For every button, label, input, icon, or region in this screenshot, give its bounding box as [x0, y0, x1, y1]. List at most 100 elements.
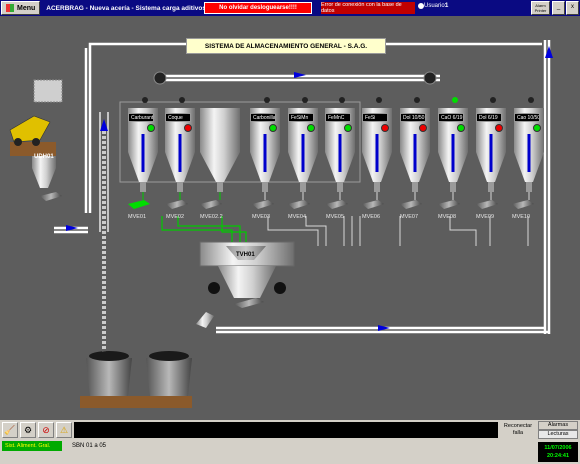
- feed-led-icon: [528, 97, 534, 103]
- level-indicator: [375, 134, 379, 172]
- truck-hopper-label: UDH01: [34, 154, 54, 160]
- feed-led-icon: [339, 97, 345, 103]
- status-led-icon: [147, 124, 155, 132]
- valve-label: MVE04: [288, 214, 307, 220]
- valve-3[interactable]: [200, 200, 222, 209]
- valve-label: MVE03: [252, 214, 271, 220]
- message-bar: [74, 422, 498, 438]
- discharge-lines: [267, 216, 529, 246]
- reconnect-button[interactable]: Reconectar falla: [500, 421, 536, 439]
- valve-label: MVE08: [438, 214, 457, 220]
- scrap-bin-2: [146, 351, 192, 396]
- silo-label: FeSiMn: [288, 113, 314, 122]
- clock-date: 11/07/2006: [544, 445, 572, 451]
- status-led-icon: [419, 124, 427, 132]
- menu-label: Menu: [17, 4, 36, 12]
- dump-truck-icon: [9, 115, 51, 143]
- status-led-icon: [457, 124, 465, 132]
- valve-9[interactable]: [438, 200, 460, 209]
- status-led-icon: [307, 124, 315, 132]
- logout-reminder-alert: No olvidar desloguearse!!!!: [204, 2, 312, 14]
- valve-6[interactable]: [326, 200, 348, 209]
- silo-label: Dol 10/50: [400, 113, 426, 122]
- level-indicator: [451, 134, 455, 172]
- silo-label: CaO 6/19: [438, 113, 464, 122]
- level-indicator: [141, 134, 145, 172]
- windows-logo-icon: [6, 4, 14, 12]
- clock-display: 11/07/2006 20:24:41: [538, 442, 578, 462]
- valve-label: MVE06: [362, 214, 381, 220]
- gear-icon[interactable]: ⚙: [20, 422, 36, 438]
- arrow-up-icon: [100, 119, 108, 131]
- silo-label: FeSi: [362, 113, 388, 122]
- valve-8[interactable]: [400, 200, 422, 209]
- feed-led-icon: [452, 97, 458, 103]
- feed-led-icon: [302, 97, 308, 103]
- status-led-icon: [184, 124, 192, 132]
- feed-led-icon: [179, 97, 185, 103]
- silo-label: FeMnC: [325, 113, 351, 122]
- sbn-range-label: SBN 01 a 05: [72, 443, 107, 449]
- alarm-printer-button[interactable]: Alarm Printer: [531, 1, 550, 15]
- level-indicator: [338, 134, 342, 172]
- status-led-icon: [269, 124, 277, 132]
- warning-icon[interactable]: ⚠: [56, 422, 72, 438]
- menu-button[interactable]: Menu: [1, 1, 41, 15]
- status-led-icon: [533, 124, 541, 132]
- plant-mimic: SISTEMA DE ALMACENAMIENTO GENERAL - S.A.…: [0, 16, 580, 420]
- valve-1[interactable]: [128, 200, 150, 209]
- toolbar-icons: 🧹 ⚙ ⊘ ⚠: [2, 422, 72, 438]
- user-value: 1: [445, 3, 449, 9]
- silo-label: Dol 6/19: [476, 113, 502, 122]
- valve-5[interactable]: [288, 200, 310, 209]
- valve-label: MVE02.2: [200, 214, 223, 220]
- valve-7[interactable]: [362, 200, 384, 209]
- scada-window: Menu ACERBRAG - Nueva acería - Sistema c…: [0, 0, 580, 464]
- level-indicator: [413, 134, 417, 172]
- valve-10[interactable]: [476, 200, 498, 209]
- feed-led-icon: [490, 97, 496, 103]
- scrap-bin-1: [86, 351, 132, 396]
- no-entry-icon[interactable]: ⊘: [38, 422, 54, 438]
- flow-arrows: [66, 39, 553, 331]
- silo-label: Coque: [165, 113, 191, 122]
- valve-label: MVE09: [476, 214, 495, 220]
- pulley-left: [153, 71, 167, 85]
- valve-label: MVE05: [326, 214, 345, 220]
- valve-4[interactable]: [252, 200, 274, 209]
- level-indicator: [489, 134, 493, 172]
- readings-tab[interactable]: Lecturas: [538, 430, 578, 439]
- window-controls: _ x: [552, 1, 579, 15]
- pulley-right: [423, 71, 437, 85]
- arrow-right-icon: [378, 325, 390, 331]
- status-led-icon: [381, 124, 389, 132]
- level-indicator: [178, 134, 182, 172]
- valve-11[interactable]: [512, 200, 534, 209]
- clock-time: 20:24:41: [546, 453, 570, 459]
- scrap-bins: [80, 351, 192, 408]
- close-button[interactable]: x: [566, 1, 579, 15]
- status-led-icon: [344, 124, 352, 132]
- valve-label: MVE01: [128, 214, 147, 220]
- silo-label: Cao 10/50: [514, 113, 540, 122]
- broom-icon[interactable]: 🧹: [2, 422, 18, 438]
- weigh-hopper-label: TVH01: [236, 252, 255, 258]
- alarms-tab[interactable]: Alarmas: [538, 421, 578, 430]
- user-label: Usuario:: [424, 3, 447, 9]
- minimize-button[interactable]: _: [552, 1, 565, 15]
- feed-led-icon: [142, 97, 148, 103]
- silo-3[interactable]: [200, 108, 240, 209]
- arrow-right-icon: [66, 225, 78, 231]
- feed-led-icon: [376, 97, 382, 103]
- level-indicator: [527, 134, 531, 172]
- feed-led-icon: [414, 97, 420, 103]
- silo-label: Carbonilla: [250, 113, 276, 122]
- valve-label: MVE07: [400, 214, 419, 220]
- status-panel: 🧹 ⚙ ⊘ ⚠ Reconectar falla Alarmas Lectura…: [0, 420, 580, 464]
- truck-hopper: [9, 79, 63, 201]
- feed-led-icon: [264, 97, 270, 103]
- level-indicator: [263, 134, 267, 172]
- valve-2[interactable]: [166, 200, 188, 209]
- status-led-icon: [495, 124, 503, 132]
- app-title: ACERBRAG - Nueva acería - Sistema carga …: [46, 4, 206, 12]
